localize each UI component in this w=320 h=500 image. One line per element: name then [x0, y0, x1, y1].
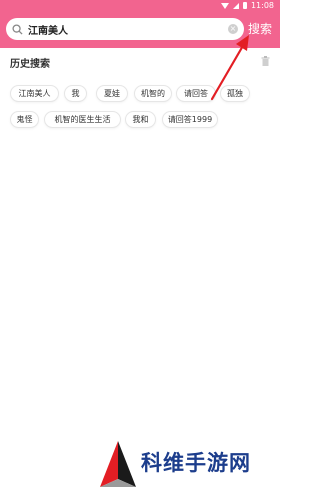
- watermark-text: 科维手游网: [141, 451, 251, 475]
- status-time: 11:08: [250, 1, 274, 10]
- trash-icon[interactable]: [261, 56, 270, 66]
- battery-icon: [242, 2, 247, 9]
- history-chip[interactable]: 机智的: [134, 85, 172, 102]
- search-header: × 搜索: [0, 11, 280, 48]
- search-box[interactable]: ×: [6, 18, 244, 40]
- history-chip[interactable]: 我和: [125, 111, 156, 128]
- wifi-icon: [220, 2, 229, 9]
- history-chip[interactable]: 请回答1999: [162, 111, 218, 128]
- history-chip[interactable]: 我: [64, 85, 87, 102]
- search-button[interactable]: 搜索: [248, 20, 272, 37]
- history-chip[interactable]: 夏娃: [96, 85, 128, 102]
- history-chip[interactable]: 鬼怪: [10, 111, 39, 128]
- status-bar: 11:08: [0, 0, 280, 11]
- search-icon: [12, 23, 23, 35]
- history-chip[interactable]: 机智的医生生活: [44, 111, 121, 128]
- history-title: 历史搜索: [10, 59, 50, 70]
- watermark: 科维手游网: [96, 437, 276, 493]
- history-chip[interactable]: 江南美人: [10, 85, 59, 102]
- history-chip[interactable]: 孤独: [220, 85, 250, 102]
- clear-icon[interactable]: ×: [228, 24, 238, 34]
- watermark-logo-icon: [100, 441, 136, 487]
- history-chip[interactable]: 请回答: [176, 85, 216, 102]
- signal-icon: [232, 2, 239, 9]
- search-input[interactable]: [28, 23, 228, 35]
